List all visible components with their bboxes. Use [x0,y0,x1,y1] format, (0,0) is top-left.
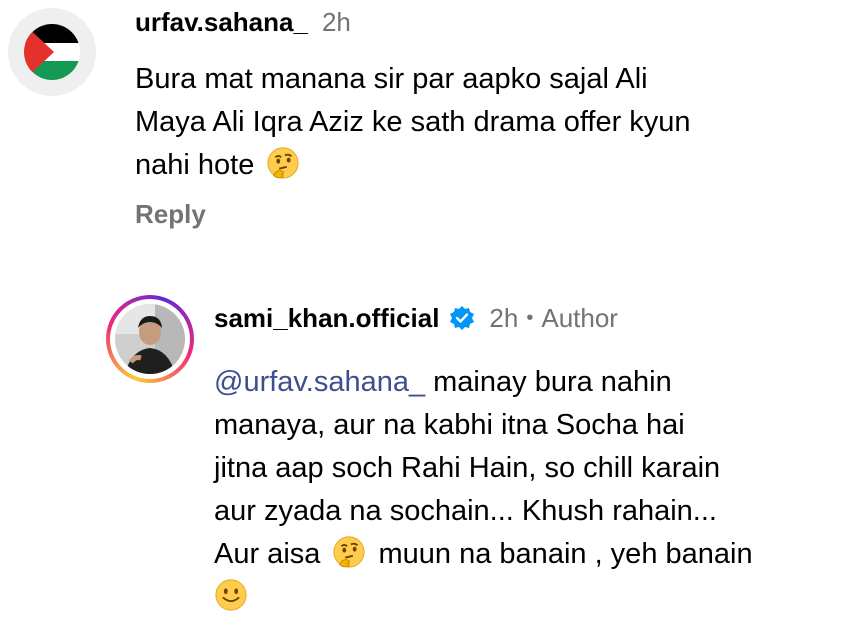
comment-line: jitna aap soch Rahi Hain, so chill karai… [214,452,721,484]
username[interactable]: sami_khan.official [214,302,439,334]
comment-line [214,576,844,619]
separator-dot: • [526,307,534,329]
comment-line: manaya, aur na kabhi itna Socha hai [214,409,685,441]
timestamp: 2h [321,7,351,37]
comment-line-text: nahi hote [135,149,255,181]
author-label: Author [541,303,618,333]
reply-button[interactable]: Reply [135,197,206,231]
comment-header: urfav.sahana_ 2h [135,6,351,38]
comment-line: Bura mat manana sir par aapko sajal Ali [135,63,648,95]
comment-line: aur zyada na sochain... Khush rahain... [214,495,717,527]
thinking-face-icon [267,147,299,179]
comment-line: nahi hote [135,144,835,187]
comment-line-text: Aur aisa [214,538,321,570]
comment-line: Aur aisa muun na banain , yeh banain [214,533,844,576]
comment-item: urfav.sahana_ 2h Bura mat manana sir par… [0,0,851,240]
avatar[interactable] [8,8,96,96]
avatar[interactable] [106,295,194,383]
profile-photo [115,304,185,374]
slightly-smiling-face-icon [215,579,247,611]
comment-line-text: mainay bura nahin [425,366,672,398]
comment-text: @urfav.sahana_ mainay bura nahin manaya,… [214,361,844,619]
comment-line: @urfav.sahana_ mainay bura nahin [214,361,844,404]
palestine-flag-icon [24,24,80,80]
verified-badge-icon [450,306,475,330]
timestamp: 2h [489,303,519,333]
comment-line: Maya Ali Iqra Aziz ke sath drama offer k… [135,106,691,138]
comment-line-text: muun na banain , yeh banain [378,538,753,570]
thinking-face-icon [333,536,366,568]
mention-link[interactable]: @urfav.sahana_ [214,366,425,398]
username[interactable]: urfav.sahana_ [135,6,308,38]
comment-text: Bura mat manana sir par aapko sajal Ali … [135,58,835,187]
comment-header: sami_khan.official 2h • Author [214,302,618,334]
